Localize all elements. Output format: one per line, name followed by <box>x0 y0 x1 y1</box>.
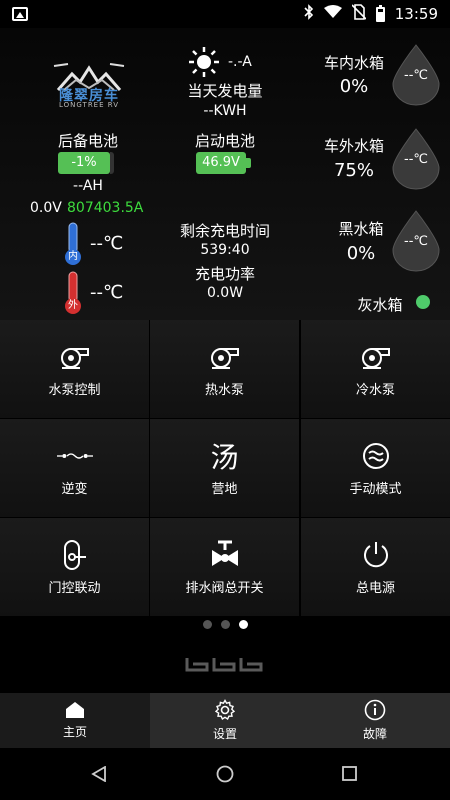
nav-fault-label: 故障 <box>362 727 387 741</box>
start-battery-tip <box>246 158 251 168</box>
info-panel: 隆翠房车 LONGTREE RV -.-A 当天发电量 --KWH 后备电池 -… <box>0 28 450 320</box>
charge-power-value: 0.0W <box>206 285 244 301</box>
grid-item-master-power[interactable]: 总电源 <box>301 518 450 616</box>
grid-item-label: 营地 <box>211 481 238 497</box>
inside-tag: 内 <box>68 251 78 262</box>
fresh-outside-tank-temp: --℃ <box>404 152 428 167</box>
recents-icon[interactable] <box>342 766 357 781</box>
grey-tank-status-dot <box>416 295 430 309</box>
backup-battery-label: 后备电池 <box>57 132 118 150</box>
black-tank-temp: --℃ <box>404 234 428 249</box>
black-tank-label: 黑水箱 <box>338 220 384 238</box>
backup-battery-percent: -1% <box>58 152 110 174</box>
fresh-inside-tank-percent: 0% <box>339 76 369 97</box>
grid-item-label: 总电源 <box>355 580 395 596</box>
page-dot-1[interactable] <box>203 620 212 629</box>
home-button-icon[interactable] <box>216 765 234 783</box>
start-battery-label: 启动电池 <box>194 132 255 150</box>
outside-temperature: --℃ <box>90 282 124 303</box>
grey-tank-label: 灰水箱 <box>357 296 403 314</box>
fresh-inside-tank-temp: --℃ <box>404 68 428 83</box>
pump-icon <box>57 341 93 373</box>
pump-icon <box>358 341 394 373</box>
bottom-navigation: 主页 设置 故障 <box>0 693 450 748</box>
nav-home-label: 主页 <box>62 725 87 739</box>
door-icon <box>57 539 93 571</box>
no-sim-icon <box>351 4 367 24</box>
grid-item-drain-valve-master[interactable]: 排水阀总开关 <box>150 518 299 616</box>
inverter-icon <box>56 440 93 472</box>
grid-item-label: 水泵控制 <box>48 382 101 398</box>
start-battery-voltage: 46.9V <box>196 152 246 174</box>
fresh-inside-tank-label: 车内水箱 <box>323 54 384 72</box>
backup-battery-ah: --AH <box>73 178 103 194</box>
black-tank-percent: 0% <box>346 243 376 264</box>
solar-current: -.-A <box>228 54 252 70</box>
grid-item-label: 排水阀总开关 <box>185 580 264 596</box>
page-dot-3-active[interactable] <box>239 620 248 629</box>
nav-home[interactable]: 主页 <box>0 693 150 748</box>
grid-item-cold-water-pump[interactable]: 冷水泵 <box>301 320 450 418</box>
solar-kwh: --KWH <box>203 103 247 119</box>
charge-time-label: 剩余充电时间 <box>179 222 270 240</box>
grid-item-label: 门控联动 <box>48 580 101 596</box>
nav-settings-label: 设置 <box>212 727 237 741</box>
status-bar: 13:59 <box>0 0 450 28</box>
backup-battery-current: 807403.5A <box>67 200 144 216</box>
charge-power-label: 充电功率 <box>194 265 255 283</box>
power-icon <box>358 539 394 571</box>
grid-item-label: 逆变 <box>61 481 88 497</box>
brand-mark-icon <box>185 658 263 672</box>
valve-icon <box>207 539 243 571</box>
grid-item-door-linkage[interactable]: 门控联动 <box>0 518 149 616</box>
home-icon <box>66 702 84 718</box>
fresh-outside-tank-label: 车外水箱 <box>323 137 384 155</box>
logo-subtitle: LONGTREE RV <box>58 101 120 109</box>
system-navigation-bar <box>0 748 450 800</box>
camp-icon: 汤 <box>210 440 239 474</box>
nav-settings[interactable]: 设置 <box>150 693 300 748</box>
grid-item-pump-control[interactable]: 水泵控制 <box>0 320 149 418</box>
fresh-outside-tank-percent: 75% <box>333 160 374 181</box>
grid-item-inverter[interactable]: 逆变 <box>0 419 149 517</box>
backup-battery-voltage: 0.0V <box>30 200 62 216</box>
sun-icon <box>189 47 219 77</box>
charge-time-value: 539:40 <box>200 242 250 258</box>
gear-icon <box>214 699 236 721</box>
grid-item-label: 热水泵 <box>204 382 244 398</box>
image-notification-icon <box>12 7 28 21</box>
info-icon <box>364 699 386 721</box>
back-icon[interactable] <box>91 766 107 782</box>
battery-icon <box>375 4 385 22</box>
grid-item-camp[interactable]: 汤 营地 <box>150 419 299 517</box>
inside-temperature: --℃ <box>90 233 124 254</box>
grid-item-manual-mode[interactable]: 手动模式 <box>301 419 450 517</box>
status-icons: 13:59 <box>304 4 438 24</box>
solar-label: 当天发电量 <box>187 82 263 100</box>
grid-item-label: 手动模式 <box>349 481 402 497</box>
nav-fault[interactable]: 故障 <box>300 693 450 748</box>
page-dot-2[interactable] <box>221 620 230 629</box>
bluetooth-icon <box>304 4 314 24</box>
grid-item-label: 冷水泵 <box>355 382 395 398</box>
wifi-icon <box>323 5 342 23</box>
outside-tag: 外 <box>68 300 78 311</box>
control-grid: 水泵控制 热水泵 冷水泵 逆变 汤 营地 手动模式 门控联动 排水阀总开关 总电… <box>0 320 450 616</box>
grid-item-hot-water-pump[interactable]: 热水泵 <box>150 320 299 418</box>
pump-icon <box>207 341 243 373</box>
clock: 13:59 <box>394 5 438 23</box>
wave-icon <box>358 440 394 472</box>
